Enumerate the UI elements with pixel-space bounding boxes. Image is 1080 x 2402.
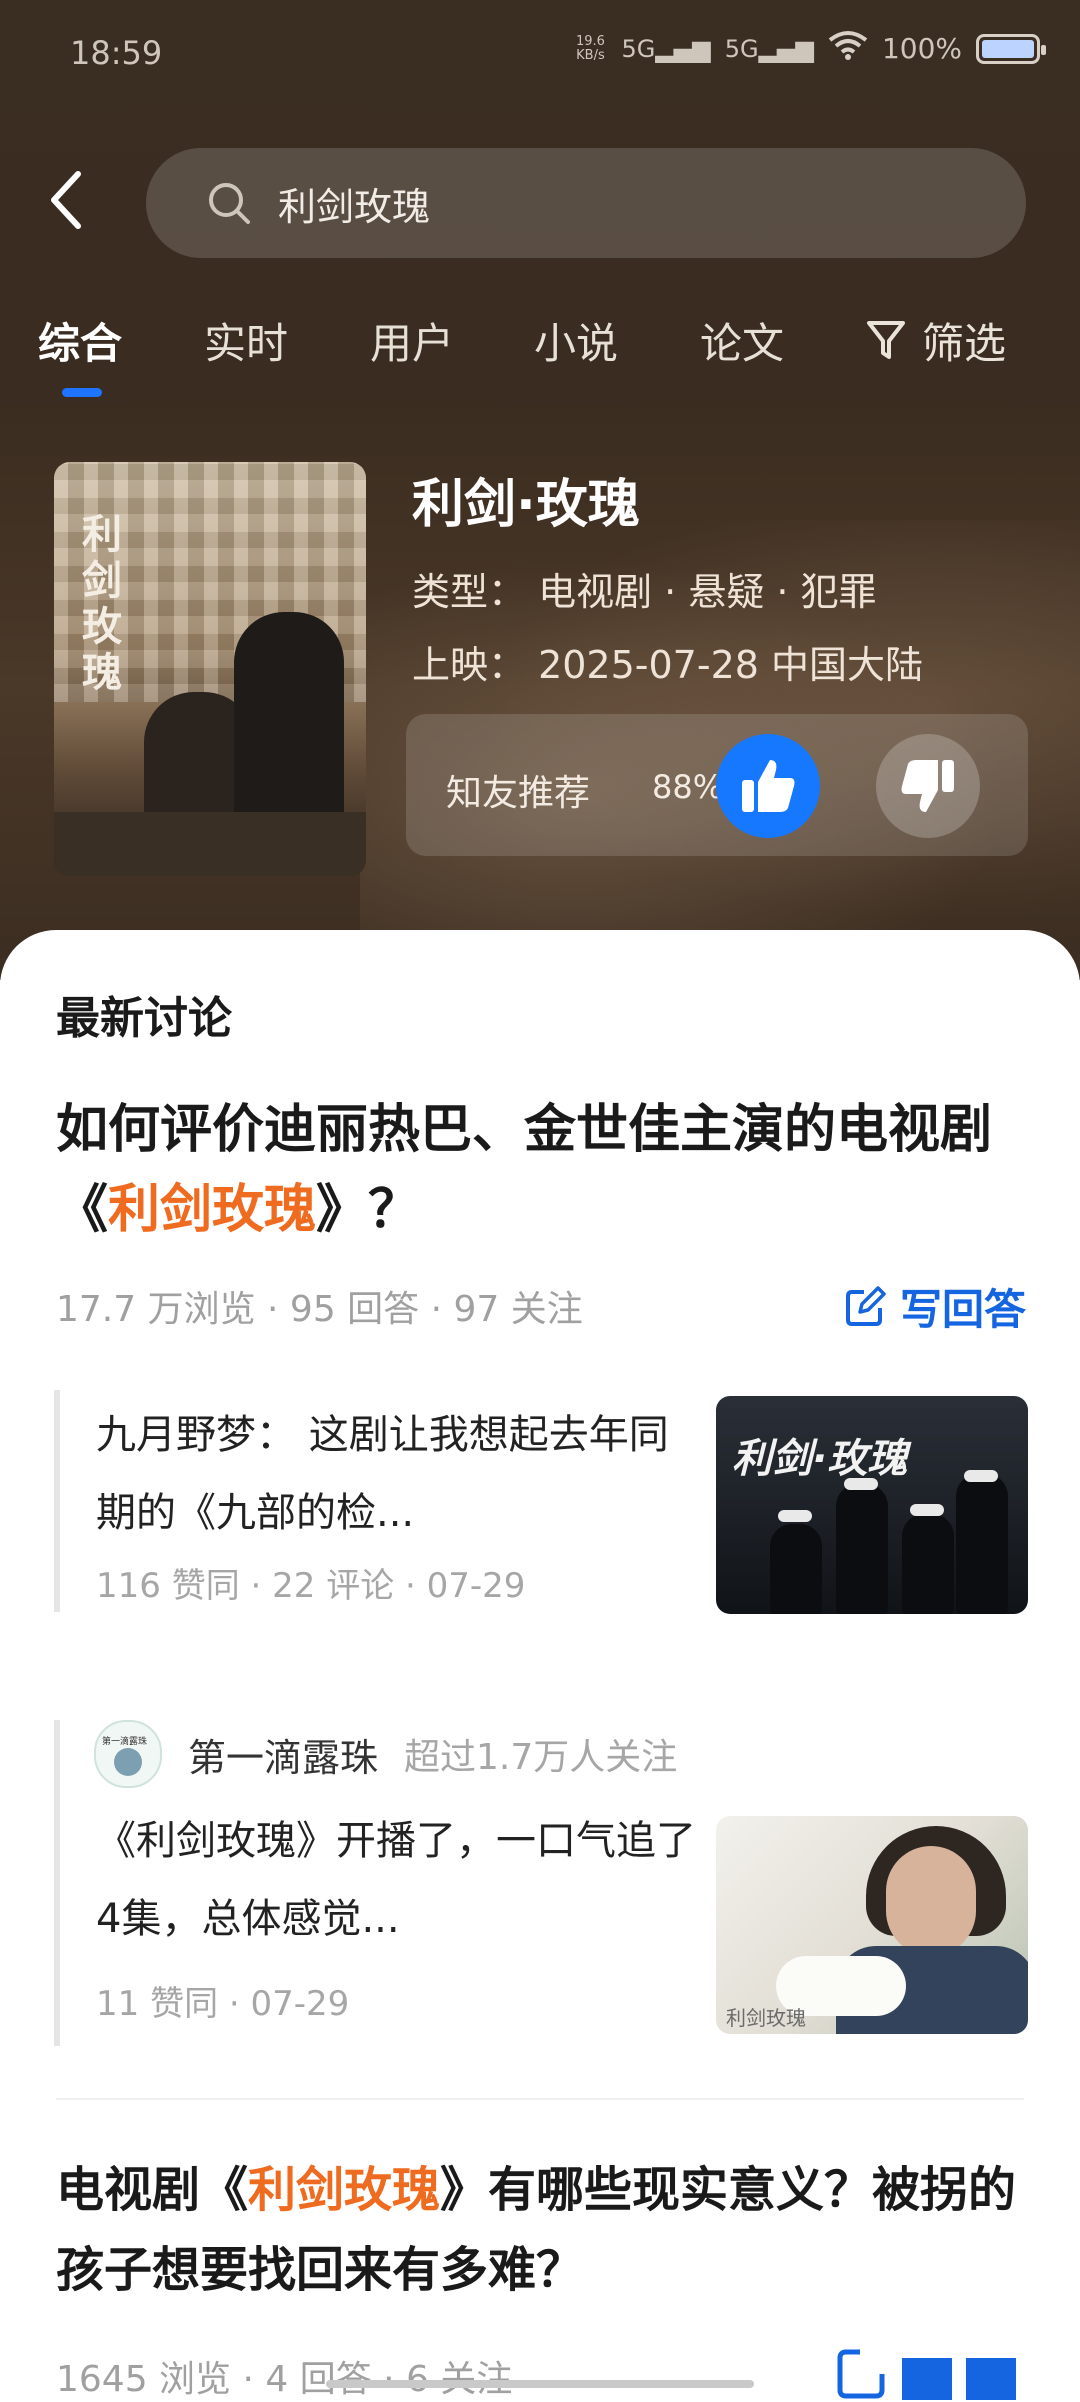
write-answer-button[interactable]: 写回答 — [844, 1276, 1026, 1337]
avatar[interactable]: 第一滴露珠 — [94, 1720, 162, 1788]
write-answer-label: 写回答 — [899, 1285, 1026, 1334]
search-bar[interactable]: 利剑玫瑰 — [146, 148, 1026, 258]
question-stats-2: 1645 浏览 · 4 回答 · 6 关注 — [56, 2359, 513, 2400]
divider — [56, 2098, 1024, 2100]
thumbs-up-icon — [742, 760, 795, 812]
tab-comprehensive[interactable]: 综合 — [38, 310, 122, 371]
answer-stats-1: 116 赞同 · 22 评论 · 07-29 — [96, 1566, 526, 1606]
answer-thumbnail-1[interactable]: 利剑·玫瑰 — [716, 1396, 1028, 1614]
edit-icon — [845, 1285, 886, 1326]
tab-papers[interactable]: 论文 — [700, 310, 784, 371]
search-icon — [209, 183, 250, 224]
battery-icon — [976, 33, 1046, 64]
battery-percent: 100% — [881, 32, 962, 65]
question-title-2[interactable]: 电视剧《利剑玫瑰》有哪些现实意义？被拐的孩子想要找回来有多难？ — [56, 2150, 1046, 2310]
recommend-percent: 88% — [652, 768, 724, 806]
network-speed: 19.6 KB/s — [575, 33, 605, 63]
discussion-card: 最新讨论 如何评价迪丽热巴、金世佳主演的电视剧《利剑玫瑰》？ 17.7 万浏览 … — [0, 930, 1080, 2400]
signal-icon-1: 5G▂▄▆ — [621, 34, 711, 63]
filter-label: 筛选 — [922, 319, 1007, 368]
show-genre: 类型： 电视剧 · 悬疑 · 犯罪 — [412, 570, 877, 614]
show-title: 利剑·玫瑰 — [412, 475, 640, 535]
back-button[interactable] — [46, 168, 96, 238]
status-time: 18:59 — [70, 34, 163, 72]
show-poster[interactable]: 利剑玫瑰 — [54, 462, 366, 876]
signal-icon-2: 5G▂▄▆ — [724, 34, 814, 63]
thumbnail-title-2: 利剑玫瑰 — [726, 2006, 806, 2030]
active-tab-indicator — [62, 388, 102, 397]
answer-item-2[interactable]: 第一滴露珠 第一滴露珠 超过1.7万人关注 《利剑玫瑰》开播了，一口气追了4集，… — [54, 1720, 1028, 2060]
answer-excerpt-1: 九月野梦： 这剧让我想起去年同期的《九部的检... — [96, 1412, 669, 1536]
chevron-left-icon — [51, 171, 81, 229]
answer-excerpt-2: 《利剑玫瑰》开播了，一口气追了4集，总体感觉... — [96, 1818, 696, 1942]
tab-realtime[interactable]: 实时 — [204, 310, 288, 371]
recommend-label: 知友推荐 — [446, 773, 591, 814]
like-button[interactable] — [716, 734, 820, 838]
home-indicator[interactable] — [326, 2380, 754, 2388]
edit-icon — [837, 2349, 1016, 2400]
filter-button[interactable]: 筛选 — [866, 310, 1006, 371]
answer-item-1[interactable]: 九月野梦： 这剧让我想起去年同期的《九部的检... 116 赞同 · 22 评论… — [54, 1390, 1028, 1624]
answer-thumbnail-2[interactable]: 利剑玫瑰 — [716, 1816, 1028, 2034]
answer-stats-2: 11 赞同 · 07-29 — [96, 1984, 350, 2024]
thumbs-down-icon — [901, 760, 954, 812]
filter-icon — [867, 320, 905, 359]
thumbnail-title-1: 利剑·玫瑰 — [732, 1436, 908, 1482]
recommend-panel: 知友推荐 88% — [406, 714, 1028, 856]
wifi-icon — [828, 30, 868, 67]
hero-header: 18:59 19.6 KB/s 5G▂▄▆ 5G▂▄▆ 100% 利剑玫瑰 综合… — [0, 0, 1080, 980]
dislike-button[interactable] — [876, 734, 980, 838]
tab-novels[interactable]: 小说 — [534, 310, 618, 371]
section-title: 最新讨论 — [56, 993, 232, 1044]
write-answer-button-2[interactable] — [836, 2344, 1026, 2400]
tab-users[interactable]: 用户 — [370, 310, 454, 371]
show-release: 上映： 2025-07-28 中国大陆 — [412, 643, 923, 687]
highlight-keyword: 利剑玫瑰 — [248, 2162, 441, 2218]
author-followers: 超过1.7万人关注 — [404, 1737, 678, 1778]
search-query: 利剑玫瑰 — [278, 184, 431, 229]
question-title-1[interactable]: 如何评价迪丽热巴、金世佳主演的电视剧《利剑玫瑰》？ — [56, 1090, 1036, 1250]
tab-bar: 综合 实时 用户 小说 论文 筛选 — [0, 310, 1080, 400]
poster-title: 利剑玫瑰 — [82, 512, 122, 696]
status-bar: 18:59 19.6 KB/s 5G▂▄▆ 5G▂▄▆ 100% — [0, 0, 1080, 110]
show-info: 利剑·玫瑰 类型： 电视剧 · 悬疑 · 犯罪 上映： 2025-07-28 中… — [412, 462, 923, 689]
author-name: 第一滴露珠 — [188, 1735, 379, 1780]
answer-author[interactable]: 第一滴露珠 第一滴露珠 超过1.7万人关注 — [94, 1720, 677, 1788]
question-stats-1: 17.7 万浏览 · 95 回答 · 97 关注 — [56, 1289, 583, 1330]
highlight-keyword: 利剑玫瑰 — [108, 1180, 317, 1240]
